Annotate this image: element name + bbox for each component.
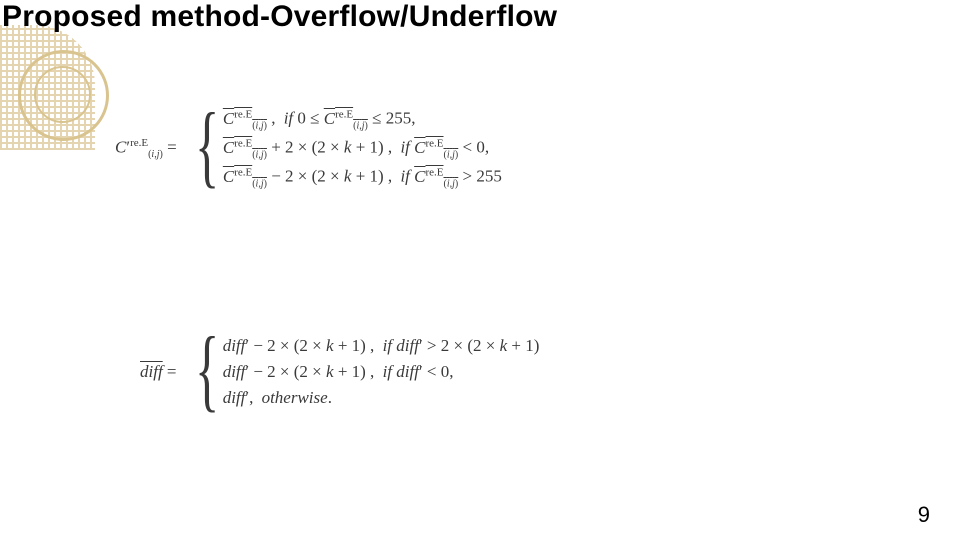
page-number: 9 — [918, 502, 930, 528]
eq2-cases: diff′ − 2 × (2 × k + 1) , if diff′ > 2 ×… — [223, 330, 540, 414]
hatch-pattern — [0, 25, 95, 150]
eq1-cases: Cre.E(i,j) , if 0 ≤ Cre.E(i,j) ≤ 255, Cr… — [223, 102, 502, 195]
eq2-case1: diff′ − 2 × (2 × k + 1) , if diff′ > 2 ×… — [223, 336, 540, 356]
eq1-case3: Cre.E(i,j) − 2 × (2 × k + 1) , if Cre.E(… — [223, 166, 502, 189]
slide-title: Proposed method-Overflow/Underflow Propo… — [2, 0, 557, 34]
equation-1: C′re.E(i,j) = { Cre.E(i,j) , if 0 ≤ Cre.… — [115, 102, 855, 195]
brace-icon: { — [194, 335, 218, 404]
ring-icon — [34, 66, 91, 123]
ring-icon — [18, 50, 109, 141]
eq2-case2: diff′ − 2 × (2 × k + 1) , if diff′ < 0, — [223, 362, 540, 382]
eq2-case3: diff′, otherwise. — [223, 388, 540, 408]
eq1-lhs: C′re.E(i,j) = — [115, 137, 185, 160]
eq1-case1: Cre.E(i,j) , if 0 ≤ Cre.E(i,j) ≤ 255, — [223, 108, 502, 131]
brace-icon: { — [195, 111, 219, 180]
equation-2: diff = { diff′ − 2 × (2 × k + 1) , if di… — [140, 330, 880, 414]
title-text: Proposed method-Overflow/Underflow — [2, 0, 557, 33]
eq2-lhs: diff = — [140, 362, 185, 382]
eq1-case2: Cre.E(i,j) + 2 × (2 × k + 1) , if Cre.E(… — [223, 137, 502, 160]
